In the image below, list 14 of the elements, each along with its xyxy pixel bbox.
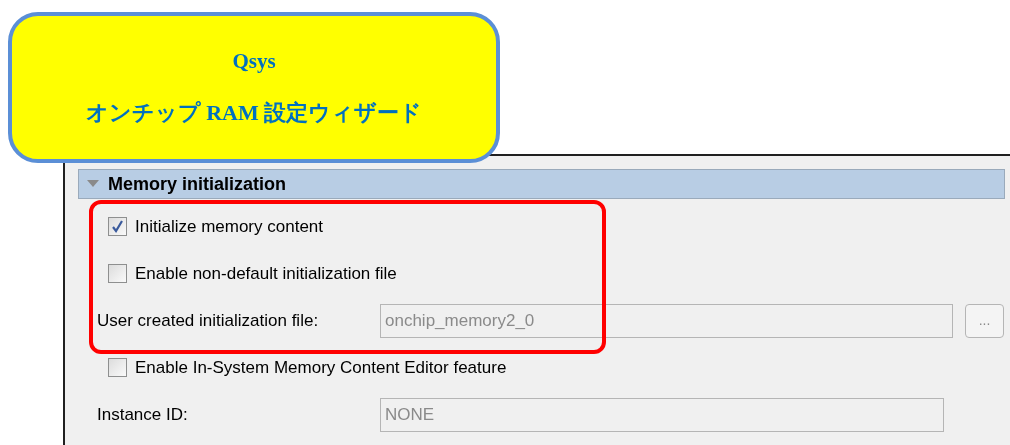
section-header[interactable]: Memory initialization [78,169,1005,199]
checkbox-label: Enable In-System Memory Content Editor feature [135,356,507,379]
checkmark-icon [111,220,124,233]
field-label: Instance ID: [97,403,189,426]
checkbox-label: Initialize memory content [135,215,324,238]
collapse-triangle-icon [87,180,99,188]
checkbox[interactable] [108,217,127,236]
checkbox-label: Enable non-default initialization file [135,262,397,285]
callout-subtitle: オンチップ RAM 設定ウィザード [85,98,423,127]
field-label: User created initialization file: [97,309,320,332]
callout-title: Qsys [232,48,276,76]
section-title: Memory initialization [108,172,287,196]
checkbox[interactable] [108,358,127,377]
checkbox[interactable] [108,264,127,283]
